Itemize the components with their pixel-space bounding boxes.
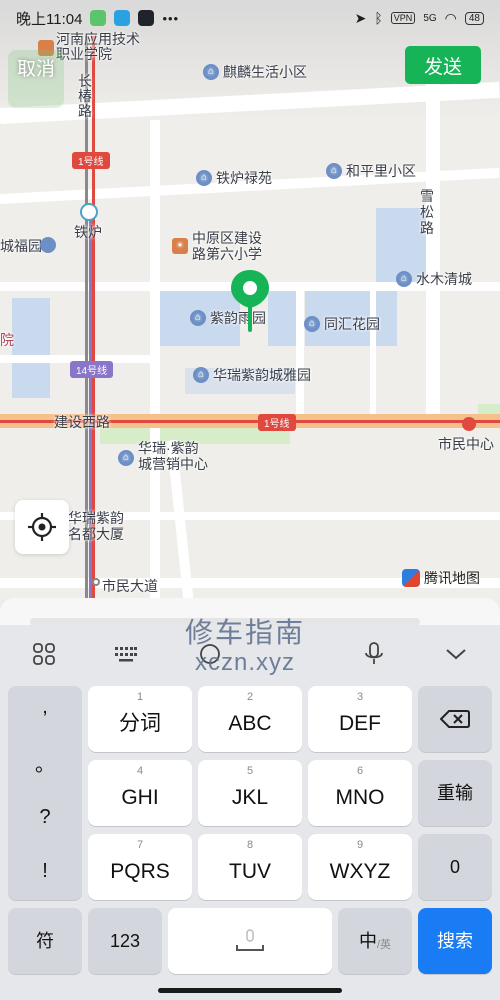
collapse-keyboard-icon[interactable] [443, 641, 469, 667]
punct-question-key[interactable]: ? [8, 806, 82, 829]
battery-icon: 48 [464, 11, 484, 25]
send-button[interactable]: 发送 [405, 46, 481, 84]
wifi-icon: ◠ [444, 9, 457, 26]
map-provider-logo: 腾讯地图 [402, 568, 480, 588]
map-label-building: 华瑞紫韵 名都大厦 [68, 510, 124, 542]
microphone-icon[interactable] [361, 641, 387, 667]
residential-block [12, 298, 50, 398]
school-icon: ▪ [172, 238, 188, 254]
residential-icon: ⌂ [196, 170, 212, 186]
road [426, 60, 440, 420]
residential-icon: ⌂ [190, 310, 206, 326]
poi-residential[interactable]: ⌂ 水木清城 [396, 269, 472, 289]
map-label-school: 河南应用技术 职业学院 [56, 31, 140, 62]
residential-icon [40, 237, 56, 253]
poi-residential[interactable]: ⌂ 麒麟生活小区 [203, 62, 307, 82]
punct-period-key[interactable]: 。 [8, 748, 82, 777]
keyboard-toolbar: 修车指南 xczn.xyz [0, 617, 500, 683]
poi-residential[interactable]: ⌂ 同汇花园 [304, 314, 380, 334]
key-7-pqrs[interactable]: 7 PQRS [88, 834, 192, 900]
space-mic-icon [236, 929, 264, 951]
poi-residential[interactable]: ⌂ 和平里小区 [326, 161, 416, 181]
key-4-ghi[interactable]: 4 GHI [88, 760, 192, 826]
locate-me-button[interactable] [15, 500, 69, 554]
road [296, 282, 304, 417]
watermark-title: 修车指南 [185, 617, 306, 648]
vpn-icon: VPN [390, 12, 416, 24]
punct-comma-key[interactable]: , [8, 696, 82, 719]
map-label-station: 铁炉 [74, 224, 102, 240]
residential-icon: ⌂ [118, 450, 134, 466]
location-pin-icon [231, 270, 269, 332]
residential-icon: ⌂ [326, 163, 342, 179]
map-label-area: 城福园 [0, 238, 42, 254]
app-notification-icon [90, 10, 107, 26]
poi-school[interactable]: ▪ 中原区建设 路第六小学 [172, 230, 262, 262]
bus-stop-icon [92, 578, 100, 586]
crosshair-icon [28, 513, 56, 541]
map-view[interactable]: 1号线 1号线 14号线 河南应用技术 职业学院 长 椿 路 雪 松 路 铁炉 … [0, 0, 500, 600]
key-3-def[interactable]: 3 DEF [308, 686, 412, 752]
metro-badge-line1: 1号线 [72, 152, 110, 169]
residential-icon: ⌂ [396, 271, 412, 287]
backspace-icon [440, 710, 470, 728]
status-bar: 晚上11:04 ••• ➤ ᛒ VPN 5G ◠ 48 [0, 0, 500, 36]
reinput-button[interactable]: 重输 [418, 760, 492, 826]
cancel-button[interactable]: 取消 [8, 50, 64, 108]
residential-block [268, 290, 296, 346]
home-indicator[interactable] [158, 988, 342, 993]
location-arrow-icon: ➤ [354, 9, 367, 26]
key-2-abc[interactable]: 2 ABC [198, 686, 302, 752]
status-time: 晚上11:04 [16, 10, 83, 28]
language-switch-button[interactable]: 中 /英 [338, 908, 412, 974]
watermark: 修车指南 xczn.xyz [185, 617, 305, 677]
key-9-wxyz[interactable]: 9 WXYZ [308, 834, 412, 900]
symbols-button[interactable]: 符 [8, 908, 82, 974]
backspace-button[interactable] [418, 686, 492, 752]
tencent-map-logo-icon [402, 569, 420, 587]
map-label-road: 市民大道 [102, 578, 158, 594]
space-button[interactable] [168, 908, 332, 974]
punctuation-column[interactable]: , 。 ? ! [8, 686, 82, 900]
watermark-url: xczn.xyz [195, 649, 296, 677]
map-label-station: 市民中心 [438, 436, 494, 452]
punct-exclaim-key[interactable]: ! [8, 860, 82, 883]
poi-residential[interactable]: ⌂ 铁炉禄苑 [196, 168, 272, 188]
app-notification-icon [138, 10, 155, 26]
map-label-road: 长 椿 路 [78, 73, 92, 119]
poi-sales-center[interactable]: ⌂ 华瑞·紫韵 城营销中心 [118, 440, 208, 472]
metro-station-icon [462, 417, 476, 431]
key-5-jkl[interactable]: 5 JKL [198, 760, 302, 826]
apps-grid-icon[interactable] [31, 641, 57, 667]
residential-icon: ⌂ [304, 316, 320, 332]
keyboard-layout-icon[interactable] [113, 641, 139, 667]
metro-badge-line14: 14号线 [70, 361, 114, 378]
signal-icon: 5G [423, 12, 437, 24]
key-0[interactable]: 0 [418, 834, 492, 900]
bluetooth-icon: ᛒ [374, 10, 383, 26]
road [370, 282, 376, 417]
residential-icon: ⌂ [203, 64, 219, 80]
residential-icon: ⌂ [193, 367, 209, 383]
metro-station-icon [80, 203, 98, 221]
more-notifications-icon: ••• [162, 10, 180, 26]
poi-residential[interactable]: ⌂ 华瑞紫韵城雅园 [193, 365, 311, 385]
key-1-fenci[interactable]: 1 分词 [88, 686, 192, 752]
map-label-road: 雪 松 路 [420, 188, 434, 236]
key-8-tuv[interactable]: 8 TUV [198, 834, 302, 900]
search-button[interactable]: 搜索 [418, 908, 492, 974]
map-label-road: 建设西路 [54, 414, 110, 430]
metro-badge-line1: 1号线 [258, 414, 296, 431]
key-6-mno[interactable]: 6 MNO [308, 760, 412, 826]
app-notification-icon [114, 10, 131, 26]
number-mode-button[interactable]: 123 [88, 908, 162, 974]
map-label-edge: 院 [0, 332, 14, 348]
